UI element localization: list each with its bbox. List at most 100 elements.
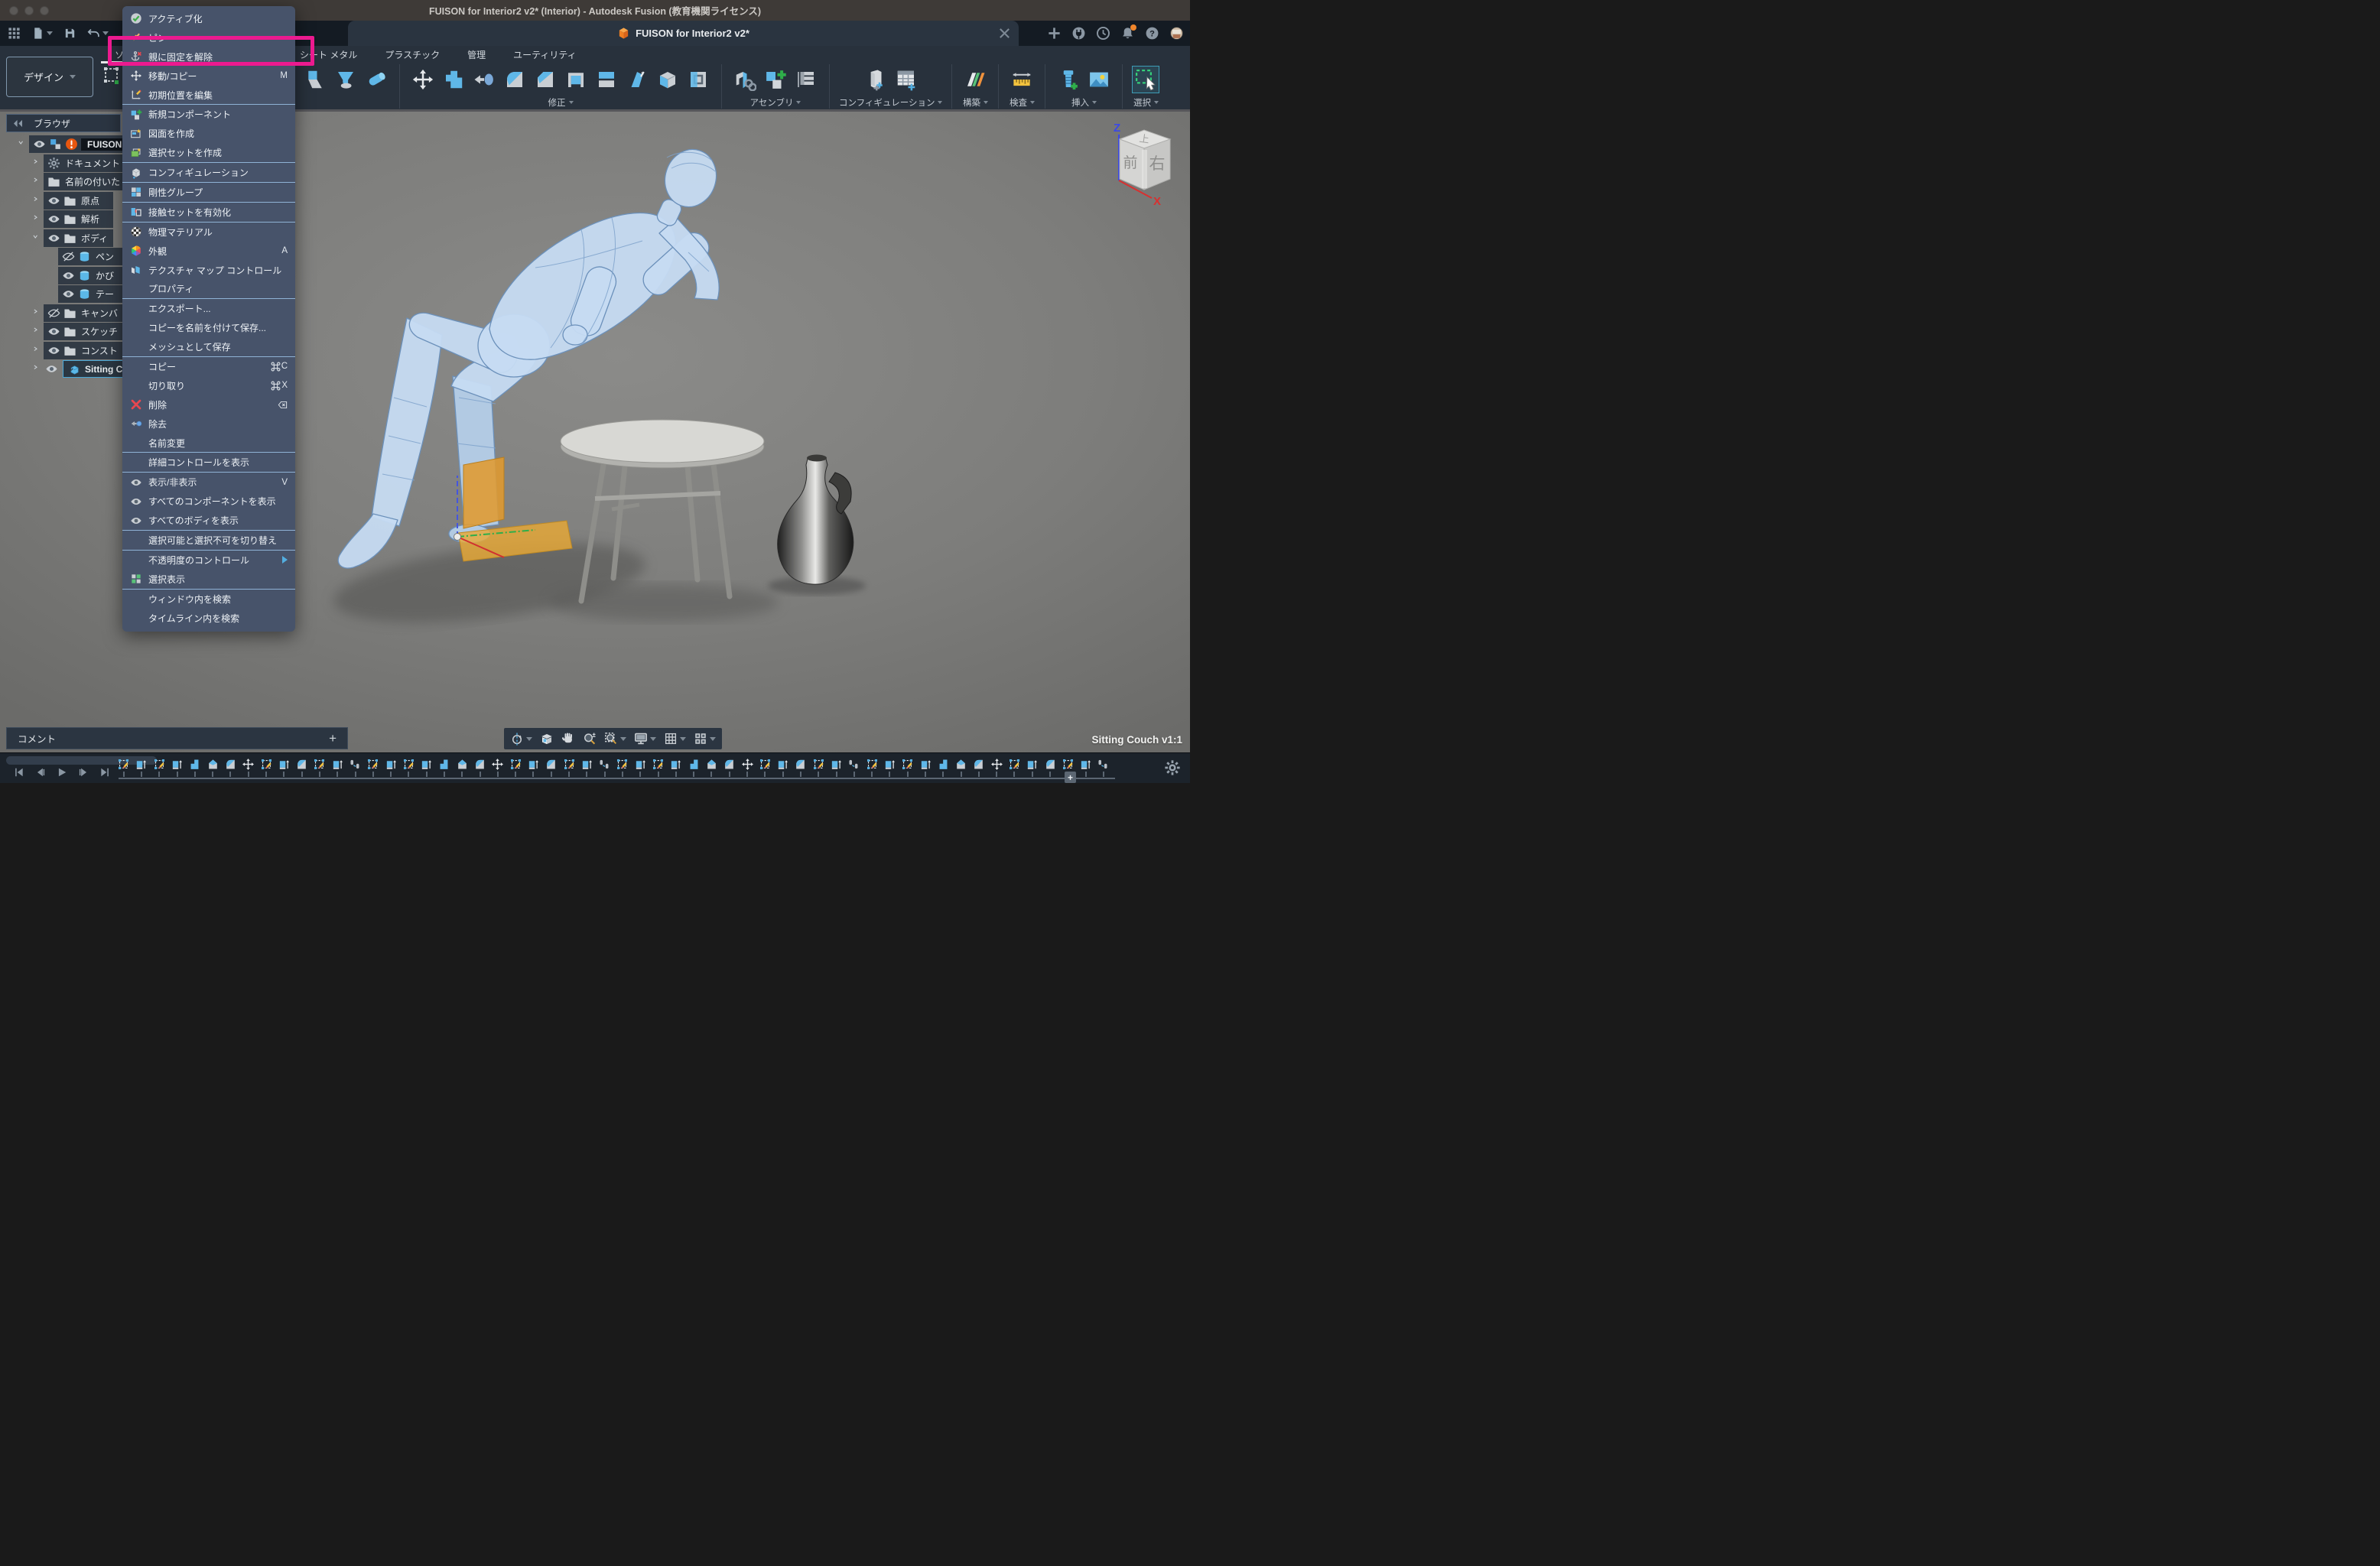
playback-play-button[interactable] <box>57 767 67 778</box>
menu-item-edit-initial-position[interactable]: 初期位置を編集 <box>122 86 295 105</box>
menu-item-find-in-timeline[interactable]: タイムライン内を検索 <box>122 609 295 628</box>
mod-frame-icon[interactable] <box>684 66 712 93</box>
timeline-feature-extrude[interactable] <box>329 758 346 777</box>
ribbon-tab-3[interactable]: ユーティリティ <box>513 48 577 63</box>
timeline-feature-sketch[interactable] <box>1006 758 1023 777</box>
timeline-settings-gear-icon[interactable] <box>1164 759 1181 776</box>
timeline-feature-chamfer[interactable] <box>203 758 221 777</box>
help-button[interactable]: ? <box>1145 26 1159 41</box>
timeline-feature-pattern[interactable] <box>346 758 364 777</box>
timeline-feature-move[interactable] <box>489 758 506 777</box>
menu-item-show-all-bodies[interactable]: すべてのボディを表示 <box>122 511 295 530</box>
app-grid-button[interactable] <box>8 27 21 40</box>
menu-item-rename[interactable]: 名前変更 <box>122 434 295 453</box>
display-settings-button[interactable] <box>634 732 656 746</box>
visibility-eye-icon[interactable] <box>47 232 60 245</box>
timeline-feature-extrude[interactable] <box>275 758 293 777</box>
config-table-icon[interactable] <box>892 66 920 93</box>
timeline-insert-marker[interactable]: + <box>1065 772 1076 783</box>
ribbon-tab-0[interactable]: シート メタル <box>300 48 357 63</box>
menu-item-appearance[interactable]: 外観A <box>122 242 295 261</box>
timeline-feature-fillet[interactable] <box>792 758 809 777</box>
menu-item-rigid-group[interactable]: 剛性グループ <box>122 183 295 202</box>
timeline-feature-combine[interactable] <box>685 758 703 777</box>
visibility-eye-icon[interactable] <box>33 138 46 151</box>
menu-item-pin[interactable]: ピン <box>122 28 295 47</box>
chevron-down-icon[interactable] <box>31 234 44 242</box>
move-icon[interactable] <box>409 66 437 93</box>
zoom-button[interactable] <box>583 732 597 746</box>
origin-folder[interactable]: 原点 <box>44 192 113 210</box>
playback-skip-start-button[interactable] <box>14 767 24 778</box>
account-avatar[interactable] <box>1169 26 1184 41</box>
notifications-button[interactable] <box>1120 26 1135 41</box>
menu-item-toggle-selectable[interactable]: 選択可能と選択不可を切り替え <box>122 531 295 550</box>
menu-item-export[interactable]: エクスポート... <box>122 299 295 318</box>
window-zoom-button[interactable] <box>604 732 626 746</box>
viewcube[interactable]: Z X 上 前 右 <box>1107 119 1187 210</box>
timeline-feature-extrude[interactable] <box>774 758 792 777</box>
timeline-feature-sketch[interactable] <box>810 758 827 777</box>
timeline-feature-fillet[interactable] <box>471 758 489 777</box>
timeline-feature-sketch[interactable] <box>863 758 880 777</box>
timeline-feature-extrude[interactable] <box>418 758 435 777</box>
sm-tube-icon[interactable] <box>363 66 390 93</box>
visibility-eye-icon[interactable] <box>62 269 75 282</box>
timeline-feature-sketch[interactable] <box>400 758 418 777</box>
timeline-feature-sketch[interactable] <box>507 758 525 777</box>
menu-item-unground-from-parent[interactable]: 親に固定を解除 <box>122 47 295 67</box>
timeline-feature-extrude[interactable] <box>525 758 542 777</box>
timeline-feature-sketch[interactable] <box>257 758 275 777</box>
menu-item-physical-material[interactable]: 物理マテリアル <box>122 223 295 242</box>
mod-chamfer-icon[interactable] <box>532 66 559 93</box>
viewcube-top-face[interactable]: 上 <box>1139 132 1150 145</box>
timeline-feature-extrude[interactable] <box>168 758 186 777</box>
timeline-feature-combine[interactable] <box>186 758 203 777</box>
timeline-feature-sketch[interactable] <box>649 758 667 777</box>
timeline-feature-pattern[interactable] <box>1094 758 1112 777</box>
inspect-measure-icon[interactable] <box>1008 66 1036 93</box>
timeline-feature-sketch[interactable] <box>899 758 916 777</box>
timeline-feature-chamfer[interactable] <box>703 758 720 777</box>
mod-split-icon[interactable] <box>593 66 620 93</box>
visibility-eye-icon[interactable] <box>47 194 60 207</box>
sm-flange-icon[interactable] <box>301 66 329 93</box>
menu-item-save-as-mesh[interactable]: メッシュとして保存 <box>122 337 295 356</box>
group-label-select[interactable]: 選択 <box>1133 96 1159 109</box>
menu-item-find-in-window[interactable]: ウィンドウ内を検索 <box>122 590 295 609</box>
visibility-eye-icon[interactable] <box>44 362 60 375</box>
chevron-right-icon[interactable] <box>31 346 44 355</box>
new-tab-button[interactable] <box>1047 26 1062 41</box>
mod-draft-icon[interactable] <box>623 66 651 93</box>
timeline-feature-extrude[interactable] <box>916 758 934 777</box>
timeline-feature-fillet[interactable] <box>542 758 560 777</box>
chevron-right-icon[interactable] <box>31 197 44 205</box>
timeline-feature-sketch[interactable] <box>560 758 577 777</box>
chevron-right-icon[interactable] <box>31 327 44 336</box>
timeline-feature-sketch[interactable] <box>613 758 631 777</box>
collapse-panel-icon[interactable] <box>13 119 23 128</box>
visibility-eye-icon[interactable] <box>47 344 60 357</box>
timeline-feature-extrude[interactable] <box>881 758 899 777</box>
menu-item-move-copy[interactable]: 移動/コピーM <box>122 67 295 86</box>
timeline-feature-sketch[interactable] <box>115 758 132 777</box>
playback-step-back-button[interactable] <box>35 767 46 778</box>
timeline-feature-move[interactable] <box>738 758 756 777</box>
group-label-assembly[interactable]: アセンブリ <box>750 96 801 109</box>
job-status-button[interactable] <box>1096 26 1110 41</box>
document-tab[interactable]: FUISON for Interior2 v2* <box>348 21 1019 46</box>
timeline-feature-chamfer[interactable] <box>454 758 471 777</box>
add-comment-button[interactable]: + <box>329 731 337 746</box>
browser-panel-header[interactable]: ブラウザ <box>6 114 121 132</box>
menu-item-create-selection-set[interactable]: 選択セットを作成 <box>122 143 295 162</box>
chevron-right-icon[interactable] <box>31 365 44 373</box>
look-at-button[interactable] <box>540 732 554 746</box>
menu-item-create-drawing[interactable]: 図面を作成 <box>122 124 295 143</box>
group-label-configuration[interactable]: コンフィギュレーション <box>839 96 942 109</box>
grid-button[interactable] <box>664 732 686 746</box>
visibility-eye-icon[interactable] <box>47 325 60 338</box>
mod-fillet-icon[interactable] <box>501 66 528 93</box>
timeline-feature-fillet[interactable] <box>293 758 311 777</box>
timeline-feature-extrude[interactable] <box>667 758 684 777</box>
mod-shell-icon[interactable] <box>562 66 590 93</box>
